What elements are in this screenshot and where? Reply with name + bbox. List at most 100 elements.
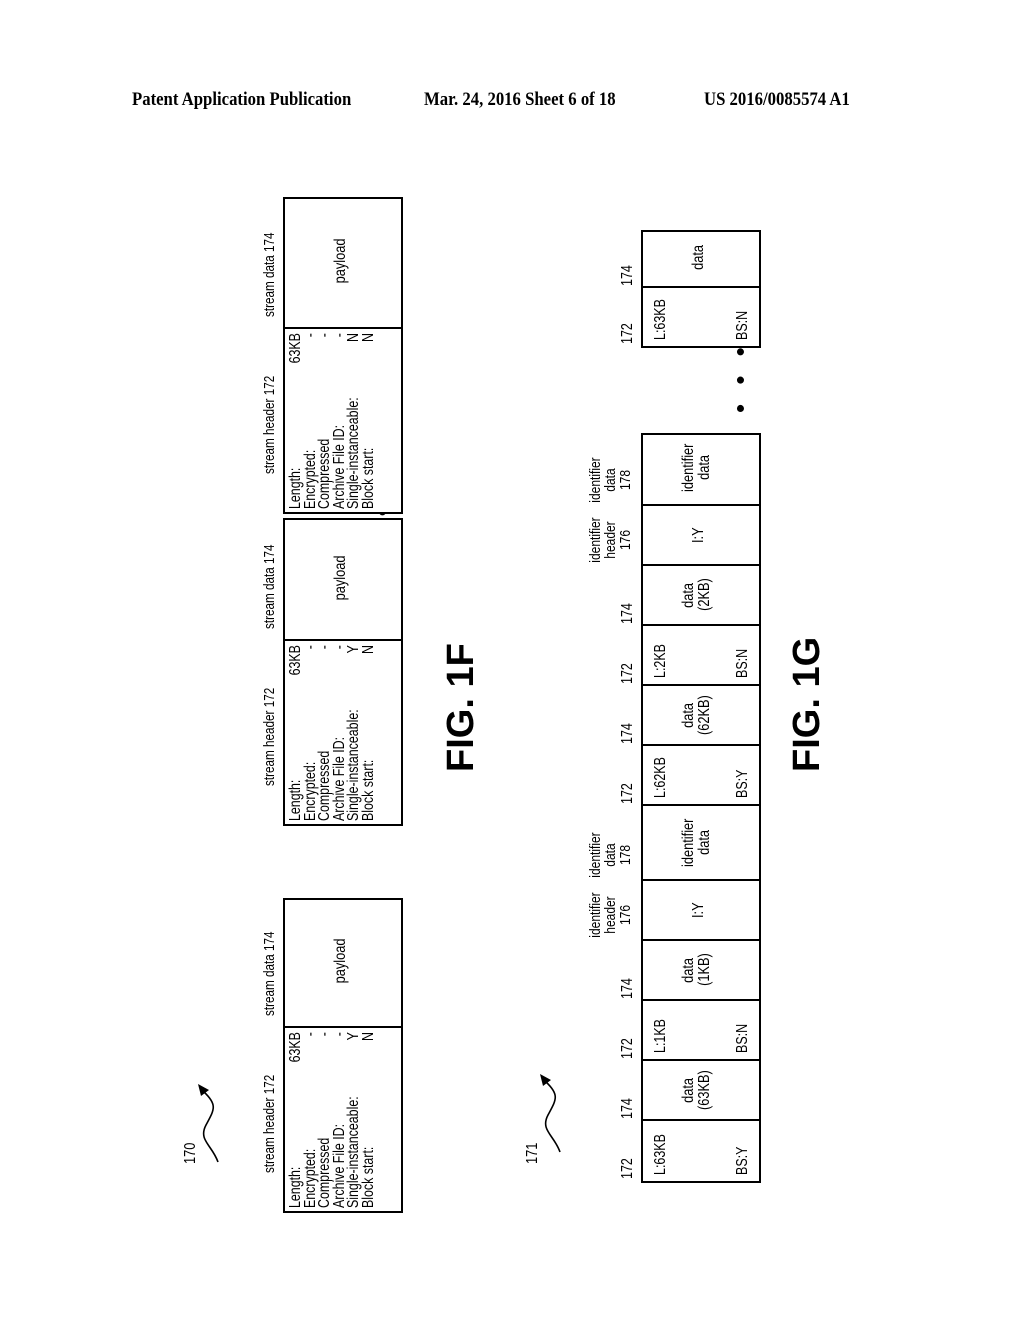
cell-ref-line: identifier [587,892,604,938]
cell-ref-number: 172 [619,663,636,684]
cell-text-line: identifier [680,818,697,867]
cell-text: data (2KB) [680,566,713,624]
cell-ref-number: 172 [619,1158,636,1179]
fig-1g-cell-idheader: I:Y [643,506,759,566]
cell-ref-number: 174 [619,723,636,744]
cell-ref-number: 174 [619,265,636,286]
block-length: L:62KB [652,757,669,798]
fig-1g-cell-data: data (63KB) [643,1061,759,1121]
identifier-flag: I:Y [690,881,707,939]
fig-1g-stream-box: L:63KB BS:Y data (63KB) L:1KB BS:N data (1KB) I:… [641,431,761,1183]
cell-ref-line: identifier [587,517,604,563]
cell-ref-label: identifier data 178 [587,450,634,510]
cell-text-line: data [680,582,697,608]
cell-text-line: data [696,830,713,855]
cell-text-line: (62KB) [696,695,713,735]
header-field-value: N [359,1032,377,1041]
header-field-names: Length: Encrypted: Compressed Archive File … [287,709,377,821]
fig-1g-cell-idheader: I:Y [643,881,759,941]
header-field-value: - [301,333,319,338]
fig-1g-cell-header: L:63KB BS:N [643,288,759,346]
payload-label: payload [332,195,349,327]
cell-ref-line: header [602,521,619,559]
fig-1g-cell-data: data [643,228,759,288]
cell-ref-line: data [602,468,619,492]
cell-ref-line: identifier [587,457,604,503]
stream-data-cell: payload [285,896,401,1028]
cell-text: data (62KB) [680,686,713,744]
cell-ref-line: 176 [617,529,634,551]
fig-1f-ref-arrow-icon [198,1084,219,1163]
header-field-value: 63KB [287,1032,304,1063]
cell-text-line: data [680,1077,697,1103]
cell-ref-number: 174 [619,603,636,624]
header-field-value: 63KB [287,333,304,364]
block-start-flag: BS:N [734,648,751,678]
cell-text-line: data [696,455,713,480]
stream-header-cell: Length: Encrypted: Compressed Archive File … [285,641,401,824]
payload-label: payload [332,516,349,639]
header-field-values: 63KB - - - Y N [287,645,377,676]
stream-header-cell: Length: Encrypted: Compressed Archive File … [285,1028,401,1211]
fig-1g-ref-arrow-icon [540,1074,561,1153]
fig-1g-tail-box: L:63KB BS:N data [641,228,761,348]
payload-text: payload [332,238,349,284]
payload-text: payload [332,555,349,600]
fig-1g-cell-data: data (62KB) [643,686,759,746]
identifier-flag-text: I:Y [690,527,707,543]
header-field-name: Block start: [359,447,377,509]
fig-1g-ellipsis-icon: • • • [725,341,755,413]
cell-ref-line: identifier [587,832,604,878]
header-field-value: N [359,645,377,654]
block-start-flag: BS:N [734,1023,751,1053]
fig-1f-stream-group-box: Length: Encrypted: Compressed Archive File … [283,516,403,826]
cell-ref-line: 178 [617,469,634,491]
fig-1g-cell-header: L:2KB BS:N [643,626,759,686]
block-length: L:2KB [652,643,669,678]
payload-label: payload [332,896,349,1026]
fig-1g-cell-header: L:62KB BS:Y [643,746,759,806]
header-field-name: Block start: [359,1146,377,1208]
cell-ref-line: 176 [617,904,634,926]
fig-1f-stream-group-box: Length: Encrypted: Compressed Archive File … [283,195,403,514]
fig-1g-cell-header: L:63KB BS:Y [643,1121,759,1181]
cell-ref-line: header [602,896,619,934]
stream-header-label: stream header 172 [261,687,278,786]
block-start-flag: BS:Y [734,769,751,798]
stream-header-label: stream header 172 [261,1074,278,1173]
fig-1f-caption: FIG. 1F [440,643,482,772]
fig-1g-cell-iddata: identifier data [643,431,759,506]
cell-text-line: data [690,244,707,270]
header-field-names: Length: Encrypted: Compressed Archive File … [287,397,377,509]
block-length: L:63KB [652,299,669,340]
fig-1g-cell-iddata: identifier data [643,806,759,881]
payload-text: payload [332,938,349,984]
fig-1g-caption: FIG. 1G [786,636,828,772]
header-field-value: N [359,333,377,342]
header-field-value: 63KB [287,645,304,676]
header-field-value: - [301,1032,319,1037]
header-field-value: - [316,1032,333,1037]
cell-text-line: (1KB) [696,953,713,987]
stream-data-cell: payload [285,195,401,329]
cell-ref-label: identifier header 176 [587,510,634,570]
block-length: L:1KB [652,1018,669,1053]
cell-ref-line: 178 [617,844,634,866]
header-field-value: - [316,645,333,650]
cell-text-line: identifier [680,443,697,492]
stream-header-label: stream header 172 [261,375,278,474]
cell-text: identifier data [680,806,713,879]
cell-ref-number: 174 [619,978,636,999]
block-start-flag: BS:Y [734,1146,751,1175]
cell-text: data (1KB) [680,941,713,999]
cell-ref-label: identifier header 176 [587,885,634,945]
stream-data-cell: payload [285,516,401,641]
cell-ref-label: identifier data 178 [587,825,634,885]
cell-ref-number: 172 [619,323,636,344]
cell-text: data [690,228,707,286]
header-field-value: - [316,333,333,338]
header-field-values: 63KB - - - N N [287,333,377,364]
block-start-flag: BS:N [734,310,751,340]
cell-text-line: data [680,957,697,983]
identifier-flag: I:Y [690,506,707,564]
